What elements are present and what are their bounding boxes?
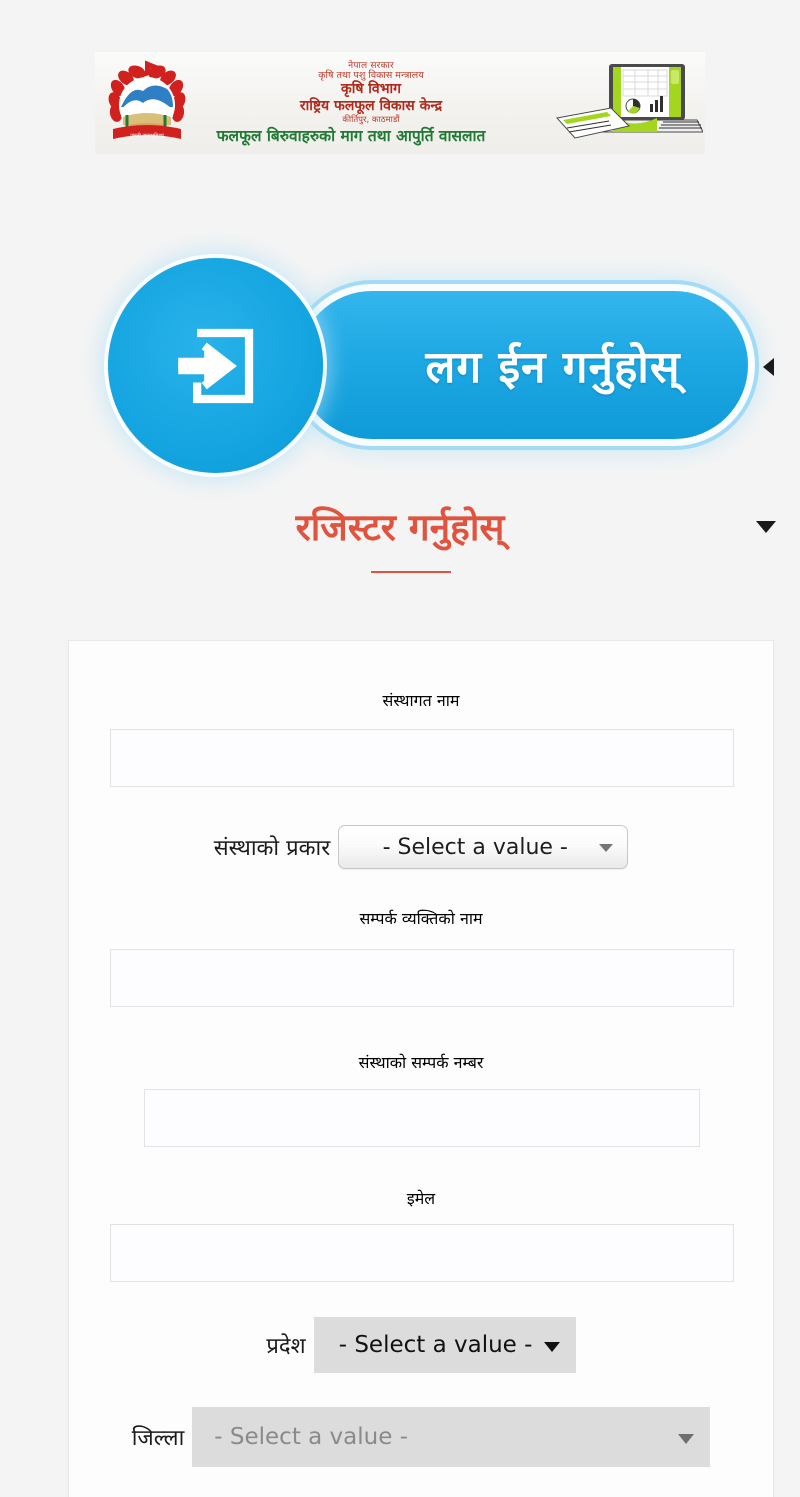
org-type-select-value: - Select a value -: [382, 834, 568, 860]
district-select-value: - Select a value -: [214, 1424, 408, 1450]
org-type-label: संस्थाको प्रकार: [213, 836, 331, 861]
login-arrow-icon[interactable]: [108, 258, 323, 473]
site-header-banner: जननी जन्मभूमिश्च नेपाल सरकार कृषि तथा पश…: [95, 52, 705, 154]
svg-text:जननी जन्मभूमिश्च: जननी जन्मभूमिश्च: [130, 132, 164, 139]
header-line-4: राष्ट्रिय फलफूल विकास केन्द्र: [299, 97, 443, 114]
district-label: जिल्ला: [131, 1426, 185, 1451]
login-button-pill[interactable]: लग ईन गर्नुहोस्: [298, 291, 748, 439]
title-underline-divider: [371, 571, 451, 573]
login-button-label: लग ईन गर्नुहोस्: [425, 342, 681, 393]
chevron-down-icon: [678, 1434, 695, 1444]
page-title: रजिस्टर गर्नुहोस्: [295, 506, 505, 549]
email-input[interactable]: [110, 1224, 734, 1282]
contact-person-input[interactable]: [110, 949, 734, 1007]
org-name-label: संस्थागत नाम: [382, 691, 460, 710]
org-name-input[interactable]: [110, 729, 734, 787]
header-line-3: कृषि विभाग: [340, 81, 402, 98]
laptop-chart-illustration-icon: [553, 56, 704, 150]
header-line-6: फलफूल बिरुवाहरुको माग तथा आपुर्ति वासलात: [216, 127, 486, 146]
district-select[interactable]: - Select a value -: [192, 1407, 711, 1467]
org-phone-input[interactable]: [144, 1089, 700, 1147]
province-select[interactable]: - Select a value -: [313, 1317, 576, 1373]
district-row: जिल्ला - Select a value -: [69, 1407, 773, 1467]
header-line-5: कीर्तिपुर, काठमाडौं: [342, 114, 400, 125]
province-select-value: - Select a value -: [338, 1332, 533, 1358]
registration-page: जननी जन्मभूमिश्च नेपाल सरकार कृषि तथा पश…: [0, 0, 800, 1497]
contact-person-label: सम्पर्क व्यक्तिको नाम: [359, 909, 483, 928]
chevron-down-icon: [543, 1342, 560, 1352]
nepal-government-emblem-icon: जननी जन्मभूमिश्च: [99, 55, 195, 151]
registration-form-card: संस्थागत नाम संस्थाको प्रकार - Select a …: [68, 640, 774, 1497]
province-row: प्रदेश - Select a value -: [69, 1317, 773, 1373]
email-label: इमेल: [406, 1189, 436, 1208]
caret-left-icon[interactable]: [763, 358, 774, 376]
org-type-select[interactable]: - Select a value -: [338, 825, 629, 869]
chevron-down-icon: [599, 844, 614, 852]
province-label: प्रदेश: [266, 1334, 306, 1359]
login-button[interactable]: लग ईन गर्नुहोस्: [108, 258, 748, 473]
org-phone-label: संस्थाको सम्पर्क नम्बर: [358, 1053, 484, 1072]
org-type-row: संस्थाको प्रकार - Select a value -: [69, 825, 773, 869]
header-text-block: नेपाल सरकार कृषि तथा पशु विकास मन्त्रालय…: [189, 61, 553, 146]
header-line-2: कृषि तथा पशु विकास मन्त्रालय: [318, 69, 424, 81]
